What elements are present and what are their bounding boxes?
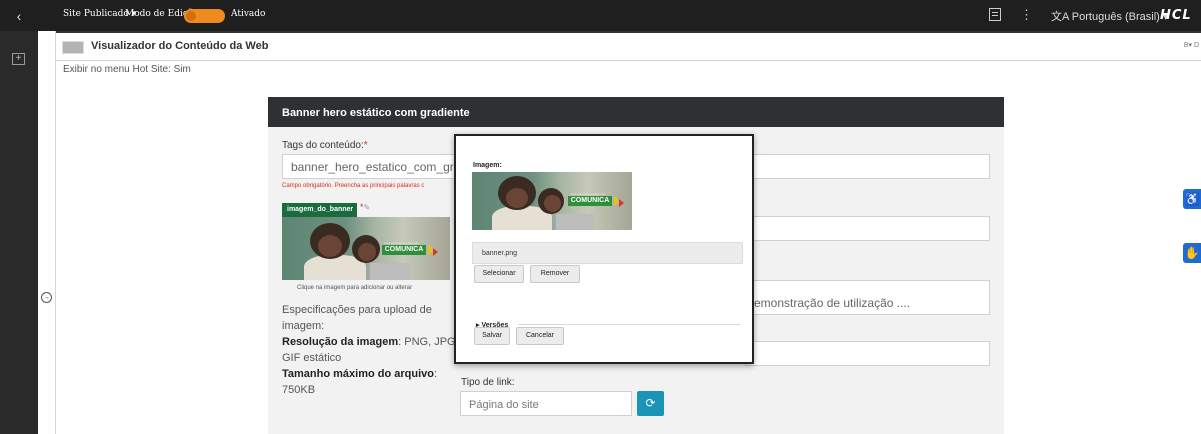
select-button[interactable]: Selecionar	[474, 265, 524, 283]
left-rail: +	[0, 31, 38, 434]
back-chevron-icon[interactable]: ‹	[0, 0, 38, 31]
right-input-1[interactable]	[745, 216, 990, 241]
accessibility-icon[interactable]: ♿	[1183, 189, 1201, 209]
image-hint: Clique na imagem para adicionar ou alter…	[297, 285, 413, 291]
more-options-icon[interactable]: ⋮	[1020, 7, 1033, 23]
banner-image[interactable]: Uma experiência diferente COMUNICA	[282, 217, 450, 280]
remove-button[interactable]: Remover	[530, 265, 580, 283]
expand-circle-icon[interactable]: →	[41, 292, 52, 303]
edit-mode-toggle[interactable]	[184, 9, 225, 23]
portlet-title: Visualizador do Conteúdo da Web	[91, 40, 269, 52]
form-header: Banner hero estático com gradiente	[268, 97, 1004, 127]
spec-resolution: Resolução da imagem: PNG, JPG, GIF estát…	[282, 334, 472, 366]
description-textarea[interactable]: emonstração de utilização ....	[745, 280, 990, 315]
upload-specs: Especificações para upload de imagem: Re…	[282, 302, 472, 398]
modal-image-preview: Uma experiência diferente COMUNICA	[472, 172, 632, 230]
edit-pencil-icon: ✎	[363, 203, 371, 212]
language-label: Português (Brasil)	[1071, 11, 1160, 23]
error-message: Campo obrigatório. Preencha as principai…	[282, 183, 425, 189]
required-marker: *	[363, 140, 368, 151]
versions-divider	[518, 324, 740, 325]
add-content-icon[interactable]: +	[12, 53, 25, 65]
spec-size: Tamanho máximo do arquivo: 750KB	[282, 366, 472, 398]
brand-logo: HCL	[1160, 8, 1192, 23]
page-gutter: →	[38, 31, 56, 434]
site-published-label: Site Publicado	[63, 9, 129, 19]
spec-size-label: Tamanho máximo do arquivo	[282, 368, 434, 380]
portlet-tools[interactable]: B▾ D	[1184, 41, 1199, 49]
language-selector[interactable]: 文A Português (Brasil) ▾	[1051, 8, 1168, 24]
save-button[interactable]: Salvar	[474, 327, 510, 345]
right-input-2[interactable]	[745, 341, 990, 366]
top-toolbar: ‹ Site Publicado ▾ Modo de Edição: Ativa…	[0, 0, 1201, 31]
hotsite-info: Exibir no menu Hot Site: Sim	[63, 64, 191, 75]
spec-title: Especificações para upload de imagem:	[282, 304, 432, 332]
banner-caption: COMUNICA	[382, 245, 426, 255]
calendar-icon[interactable]	[989, 8, 1001, 21]
spec-resolution-label: Resolução da imagem	[282, 336, 399, 348]
link-type-select[interactable]: Página do site	[460, 391, 632, 416]
modal-image-label: Imagem:	[473, 162, 502, 169]
modal-banner-caption: COMUNICA	[568, 196, 612, 206]
cancel-button[interactable]: Cancelar	[516, 327, 564, 345]
image-field-tag: imagem_do_banner	[282, 203, 357, 217]
drag-grip-icon[interactable]	[62, 41, 84, 54]
refresh-icon[interactable]: ⟳	[637, 391, 664, 416]
image-upload-dialog: Imagem: Uma experiência diferente COMUNI…	[454, 134, 754, 364]
divider	[56, 60, 1201, 61]
portlet-header: Visualizador do Conteúdo da Web B▾ D	[56, 31, 1201, 60]
tags-label: Tags do conteúdo:*	[282, 140, 368, 151]
translate-icon: 文A	[1051, 11, 1069, 23]
tags-label-text: Tags do conteúdo:	[282, 140, 364, 151]
sign-language-icon[interactable]: ✋	[1183, 243, 1201, 263]
image-required-marker: *✎	[360, 202, 370, 212]
edit-mode-state: Ativado	[231, 9, 266, 19]
link-type-label: Tipo de link:	[461, 377, 515, 388]
filename-field: banner.png	[472, 242, 743, 264]
